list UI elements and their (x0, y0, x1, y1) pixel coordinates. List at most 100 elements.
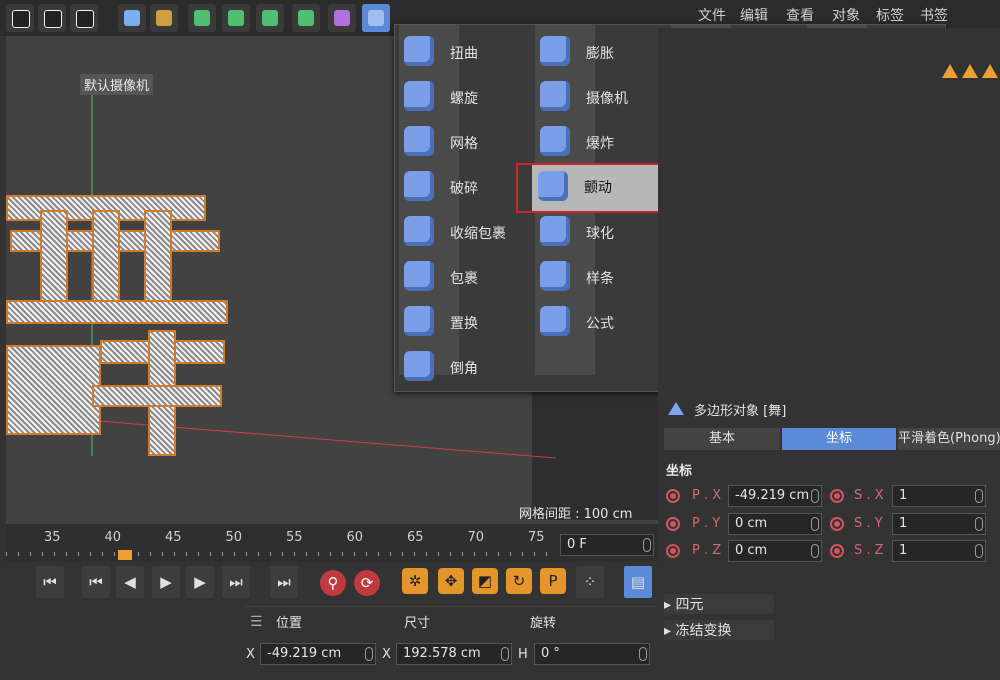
cube-icon[interactable] (118, 4, 146, 32)
render-view-icon[interactable] (38, 4, 66, 32)
spinner-icon[interactable] (643, 538, 651, 552)
deformer-item[interactable]: 膨胀 (534, 32, 664, 72)
record-key-icon[interactable]: ⚲ (320, 570, 346, 596)
keyframe-radio[interactable] (666, 517, 680, 531)
h-rotation-field[interactable]: 0 ° (534, 643, 650, 665)
mesh-glyph-part[interactable] (6, 345, 101, 435)
x-size-label: X (382, 647, 391, 662)
render-region-icon[interactable] (6, 4, 34, 32)
px-field[interactable]: -49.219 cm (728, 485, 822, 507)
param-key-icon[interactable]: P (540, 568, 566, 594)
quaternion-section[interactable]: ▸ 四元 (664, 594, 774, 614)
timeline-tick-label: 45 (165, 530, 182, 545)
spinner-icon[interactable] (811, 544, 819, 558)
prev-frame-icon[interactable]: ◀ (116, 566, 144, 598)
subdivision-icon[interactable] (188, 4, 216, 32)
menu-file[interactable]: 文件 (698, 5, 726, 25)
prev-key-icon[interactable]: ⏮ (82, 566, 110, 598)
render-settings-icon[interactable] (70, 4, 98, 32)
film-icon[interactable]: ▤ (624, 566, 652, 598)
next-frame-icon[interactable]: ▶ (186, 566, 214, 598)
sx-value: 1 (899, 488, 908, 503)
bevel-icon (404, 351, 434, 381)
shrink-wrap-icon (404, 216, 434, 246)
tab-basic[interactable]: 基本 (664, 428, 780, 450)
deformer-item[interactable]: 摄像机 (534, 77, 664, 117)
tab-coordinates[interactable]: 坐标 (782, 428, 896, 450)
key-selection-icon[interactable]: ✲ (402, 568, 428, 594)
spinner-icon[interactable] (811, 517, 819, 531)
pz-field[interactable]: 0 cm (728, 540, 822, 562)
point-level-icon[interactable]: ⁘ (576, 566, 604, 598)
menu-object[interactable]: 对象 (832, 5, 860, 25)
mesh-deformer-icon (404, 126, 434, 156)
mesh-glyph-part[interactable] (6, 300, 228, 324)
spinner-icon[interactable] (811, 489, 819, 503)
warning-triangle-icon (942, 64, 958, 78)
sx-field[interactable]: 1 (892, 485, 986, 507)
deformer-item[interactable]: 置换 (398, 302, 528, 342)
mograph-icon[interactable] (256, 4, 284, 32)
timeline-tick-label: 50 (225, 530, 243, 545)
deformer-group-icon[interactable] (328, 4, 356, 32)
next-key-icon[interactable]: ⏭ (222, 566, 250, 598)
spinner-icon[interactable] (975, 489, 983, 503)
play-icon[interactable]: ▶ (152, 566, 180, 598)
pen-icon[interactable] (150, 4, 178, 32)
deformer-item[interactable]: 倒角 (398, 347, 528, 387)
deformer-item[interactable]: 破碎 (398, 167, 528, 207)
x-position-field[interactable]: -49.219 cm (260, 643, 376, 665)
keyframe-radio[interactable] (666, 489, 680, 503)
auto-key-icon[interactable]: ⟳ (354, 570, 380, 596)
keyframe-radio[interactable] (830, 544, 844, 558)
keyframe-radio[interactable] (830, 489, 844, 503)
keyframe-radio[interactable] (666, 544, 680, 558)
move-key-icon[interactable]: ✥ (438, 568, 464, 594)
freeze-transform-section[interactable]: ▸ 冻结变换 (664, 620, 774, 640)
x-size-field[interactable]: 192.578 cm (396, 643, 512, 665)
go-to-start-icon[interactable]: ⏮ (36, 566, 64, 598)
timeline-tick-label: 40 (104, 530, 122, 545)
scale-key-icon[interactable]: ◩ (472, 568, 498, 594)
cloner-icon[interactable] (292, 4, 320, 32)
playhead[interactable] (118, 550, 132, 560)
menu-bookmarks[interactable]: 书签 (920, 5, 948, 25)
freeze-label: 冻结变换 (675, 623, 732, 639)
spinner-icon[interactable] (975, 517, 983, 531)
selection-highlight-box (516, 163, 664, 213)
deformer-item[interactable]: 球化 (534, 212, 664, 252)
extrude-icon[interactable] (222, 4, 250, 32)
menu-view[interactable]: 查看 (786, 5, 814, 25)
deformer-item[interactable]: 网格 (398, 122, 528, 162)
go-to-end-icon[interactable]: ⏭ (270, 566, 298, 598)
deformer-item[interactable]: 扭曲 (398, 32, 528, 72)
spinner-icon[interactable] (975, 544, 983, 558)
wrap-icon (404, 261, 434, 291)
deformer-item[interactable]: 样条 (534, 257, 664, 297)
tab-phong[interactable]: 平滑着色(Phong) (898, 428, 1000, 450)
sy-field[interactable]: 1 (892, 513, 986, 535)
deformer-item[interactable]: 收缩包裹 (398, 212, 528, 252)
spinner-icon[interactable] (639, 647, 647, 661)
deformer-item[interactable]: 公式 (534, 302, 664, 342)
menu-edit[interactable]: 编辑 (740, 5, 768, 25)
menu-tags[interactable]: 标签 (876, 5, 904, 25)
rotate-key-icon[interactable]: ↻ (506, 568, 532, 594)
sz-field[interactable]: 1 (892, 540, 986, 562)
spinner-icon[interactable] (365, 647, 373, 661)
py-field[interactable]: 0 cm (728, 513, 822, 535)
deformer-item[interactable]: 包裹 (398, 257, 528, 297)
camera-label[interactable]: 默认摄像机 (80, 74, 154, 95)
menu-icon[interactable]: ☰ (250, 614, 263, 630)
deformer-item[interactable]: 爆炸 (534, 122, 664, 162)
spinner-icon[interactable] (501, 647, 509, 661)
deformer-label: 球化 (586, 226, 614, 242)
bend-deformer-toolbar-icon[interactable] (362, 4, 390, 32)
position-header: 位置 (276, 616, 303, 631)
mesh-glyph-part[interactable] (92, 385, 222, 407)
displacer-icon (404, 306, 434, 336)
frame-field[interactable]: 0 F (560, 534, 654, 556)
grid-spacing-label: 网格间距 : 100 cm (519, 507, 633, 522)
deformer-item[interactable]: 螺旋 (398, 77, 528, 117)
keyframe-radio[interactable] (830, 517, 844, 531)
